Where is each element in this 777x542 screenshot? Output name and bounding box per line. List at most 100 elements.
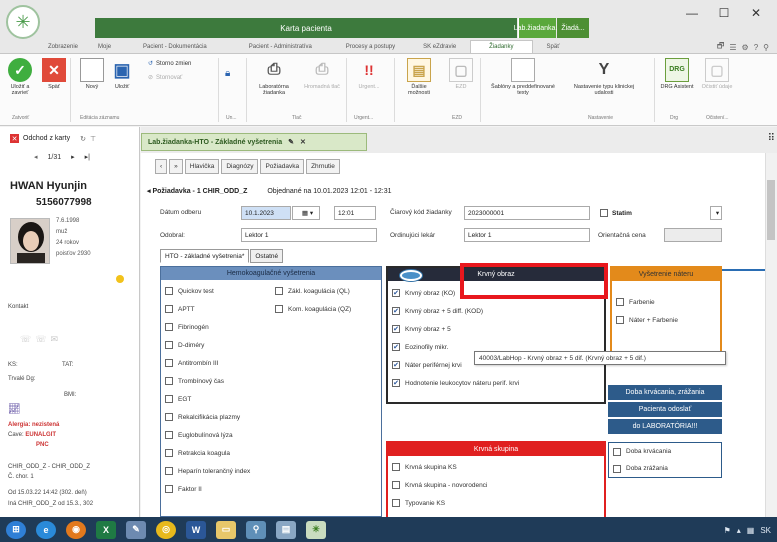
cb-krvny-obraz-kod[interactable]: ✔ Krvný obraz + 5 diff. (KOD) bbox=[388, 302, 604, 320]
leave-card-button[interactable]: ✕ Odchod z karty ↻ ⊤ bbox=[10, 134, 96, 143]
nis-app-icon[interactable]: ✳ bbox=[306, 520, 326, 539]
doba-krvacania-button[interactable]: Doba krvácania, zrážania bbox=[608, 385, 722, 400]
templates-button[interactable]: Šablóny a preddefinované texty bbox=[486, 58, 560, 96]
form-tab-ostatne[interactable]: Ostatné bbox=[250, 249, 284, 263]
clean-data-button[interactable]: ▢ Očistiť údaje bbox=[700, 58, 734, 90]
panel-menu-icon[interactable]: ⠿ bbox=[768, 133, 775, 144]
restore-icon[interactable]: 🗗 bbox=[717, 40, 725, 54]
pin-panel-icon[interactable]: ⊤ bbox=[90, 135, 96, 143]
lock-icon[interactable]: 🔒︎ bbox=[225, 68, 230, 79]
calendar-button[interactable]: ▦ ▾ bbox=[292, 206, 320, 220]
cb-krvna-skupina-ks[interactable]: Krvná skupina KS bbox=[388, 458, 604, 476]
tray-network-icon[interactable]: ▦ bbox=[747, 526, 755, 535]
subtab-diagnozy[interactable]: Diagnózy bbox=[221, 159, 259, 174]
maximize-button[interactable]: ☐ bbox=[712, 6, 736, 20]
odobral-select[interactable]: Lektor 1 bbox=[241, 228, 377, 242]
word-icon[interactable]: W bbox=[186, 520, 206, 539]
gear-icon[interactable]: ⚙ bbox=[742, 43, 749, 52]
cb-faktor-ii[interactable]: Faktor II bbox=[161, 482, 271, 496]
form-tab-hto[interactable]: HTO - základné vyšetrenia* bbox=[160, 249, 250, 263]
cb-zakl-koagulacia[interactable]: Zákl. koagulácia (QL) bbox=[271, 284, 381, 298]
subtab-nav-prev[interactable]: ‹ bbox=[155, 159, 168, 174]
stornovat-button[interactable]: ⊘ Stornovať bbox=[148, 74, 182, 82]
last-record-icon[interactable]: ▸| bbox=[85, 153, 90, 161]
cb-hodnotenie-leukocytov[interactable]: ✔ Hodnotenie leukocytov náteru perif. krv… bbox=[388, 374, 604, 392]
help-icon[interactable]: ? bbox=[754, 43, 758, 52]
collapse-icon[interactable]: ◂ bbox=[147, 188, 151, 195]
app-logo-icon[interactable]: ✳ bbox=[6, 5, 40, 39]
ribbon-tab-procesy[interactable]: Procesy a postupy bbox=[332, 44, 409, 50]
cb-heparin-index[interactable]: Heparín tolerančný index bbox=[161, 464, 271, 478]
ribbon-tab-pacient-administrativa[interactable]: Pacient - Administratíva bbox=[229, 44, 332, 50]
ie-icon[interactable]: e bbox=[36, 520, 56, 539]
chart-icon[interactable]: 📈︎ bbox=[8, 404, 21, 415]
edit-pencil-icon[interactable]: ✎ bbox=[288, 138, 294, 146]
close-window-button[interactable]: ✕ bbox=[744, 6, 768, 20]
tray-flag-icon[interactable]: ⚑ bbox=[724, 526, 731, 535]
ribbon-tab-sk-ezdravie[interactable]: SK eZdravie bbox=[409, 44, 470, 50]
next-record-icon[interactable]: ▸ bbox=[71, 153, 75, 161]
subtab-poziadavka[interactable]: Požiadavka bbox=[260, 159, 305, 174]
cb-nater-farbenie[interactable]: Náter + Farbenie bbox=[612, 311, 720, 329]
back-button[interactable]: ✕ Späť bbox=[36, 58, 72, 90]
subtab-nav-next[interactable]: » bbox=[169, 159, 183, 174]
search-app-icon[interactable]: ⚲ bbox=[246, 520, 266, 539]
more-options-button[interactable]: ▤ Ďalšie možnosti bbox=[400, 58, 438, 96]
cb-egt[interactable]: EGT bbox=[161, 392, 271, 406]
subtab-zhrnutie[interactable]: Zhrnutie bbox=[306, 159, 340, 174]
drg-assistant-button[interactable]: DRG DRG Asistent bbox=[660, 58, 694, 90]
cb-euglobulinova-lyza[interactable]: Euglobulínová lýza bbox=[161, 428, 271, 442]
close-tab-icon[interactable]: ✕ bbox=[300, 138, 306, 146]
chrome-icon[interactable]: ◎ bbox=[156, 520, 176, 539]
ribbon-tab-pacient-dokumentacia[interactable]: Pacient - Dokumentácia bbox=[121, 44, 229, 50]
scrollbar-thumb[interactable] bbox=[767, 180, 775, 240]
cb-typovanie-ks[interactable]: Typovanie KS bbox=[388, 494, 604, 512]
cb-doba-zrazania[interactable]: Doba zrážania bbox=[609, 460, 721, 477]
cb-krvna-skupina-novorodenci[interactable]: Krvná skupina - novorodenci bbox=[388, 476, 604, 494]
search-icon[interactable]: ⚲ bbox=[763, 43, 769, 52]
prev-record-icon[interactable]: ◂ bbox=[34, 153, 38, 161]
cb-fibrinogen[interactable]: Fibrinogén bbox=[161, 320, 271, 334]
ribbon-tab-moje[interactable]: Moje bbox=[88, 44, 121, 50]
do-laboratoria-button[interactable]: do LABORATÓRIA!!! bbox=[608, 419, 722, 434]
barcode-input[interactable]: 2023000001 bbox=[464, 206, 590, 220]
media-icon[interactable]: ◉ bbox=[66, 520, 86, 539]
expand-button[interactable]: ▾ bbox=[710, 206, 722, 220]
cb-doba-krvacania[interactable]: Doba krvácania bbox=[609, 443, 721, 460]
tray-language[interactable]: SK bbox=[760, 526, 771, 535]
menu-icon[interactable]: ☰ bbox=[729, 43, 736, 52]
ribbon-tab-ziadanky[interactable]: Žiadanky bbox=[470, 40, 533, 53]
app-window-icon[interactable]: ▤ bbox=[276, 520, 296, 539]
cb-d-dimery[interactable]: D-diméry bbox=[161, 338, 271, 352]
datum-input[interactable]: 10.1.2023 bbox=[241, 206, 291, 220]
start-button-icon[interactable]: ⊞ bbox=[6, 520, 26, 539]
context-tab-ziadanka[interactable]: Žiadá... bbox=[557, 18, 589, 38]
cb-kom-koagulacia[interactable]: Kom. koagulácia (QZ) bbox=[271, 302, 381, 316]
cb-quickov-test[interactable]: Quickov test bbox=[161, 284, 271, 298]
storno-zmien-button[interactable]: ↺ Storno zmien bbox=[148, 60, 191, 68]
tool-icon[interactable]: ✎ bbox=[126, 520, 146, 539]
subtab-hlavicka[interactable]: Hlavička bbox=[184, 159, 220, 174]
refresh-icon[interactable]: ↻ bbox=[80, 135, 86, 143]
folder-icon[interactable]: ▭ bbox=[216, 520, 236, 539]
excel-icon[interactable]: X bbox=[96, 520, 116, 539]
context-tab-lab-ziadanka[interactable]: Lab.žiadanka... bbox=[514, 18, 561, 38]
ribbon-tab-spat[interactable]: Späť bbox=[533, 44, 574, 50]
ribbon-tab-zobrazenie[interactable]: Zobrazenie bbox=[38, 44, 88, 50]
batch-print-button[interactable]: ⎙ Hromadná tlač bbox=[300, 58, 344, 91]
event-type-settings-button[interactable]: Y Nastavenie typu klinickej udalosti bbox=[568, 58, 640, 97]
lab-ziadanka-print-button[interactable]: ⎙ Laboratórna žiadanka bbox=[252, 58, 296, 97]
ezd-button[interactable]: ▢ EZD bbox=[446, 58, 476, 90]
statim-checkbox[interactable]: Statim bbox=[600, 209, 632, 217]
document-tab-lab-ziadanka[interactable]: Lab.žiadanka-HTO - Základné vyšetrenia ✎… bbox=[141, 133, 367, 151]
cb-aptt[interactable]: APTT bbox=[161, 302, 271, 316]
cb-trombinovy-cas[interactable]: Trombínový čas bbox=[161, 374, 271, 388]
cb-rekalcifikacia[interactable]: Rekalcifikácia plazmy bbox=[161, 410, 271, 424]
ordinujuci-select[interactable]: Lektor 1 bbox=[464, 228, 590, 242]
save-button[interactable]: ▣ Uložiť bbox=[104, 58, 140, 90]
cb-antitrombin[interactable]: Antitrombín III bbox=[161, 356, 271, 370]
cb-krvny-obraz-5[interactable]: ✔ Krvný obraz + 5 bbox=[388, 320, 604, 338]
cb-retrakcia-koagula[interactable]: Retrakcia koagula bbox=[161, 446, 271, 460]
time-input[interactable]: 12:01 bbox=[334, 206, 376, 220]
minimize-button[interactable]: — bbox=[680, 6, 704, 20]
